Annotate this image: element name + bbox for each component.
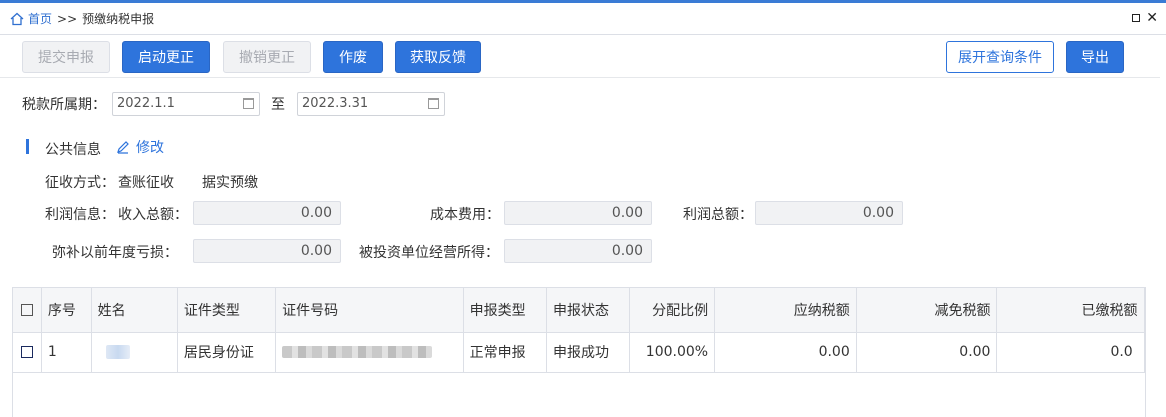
toolbar: 提交申报 启动更正 撤销更正 作废 获取反馈 展开查询条件 导出 [0, 36, 1160, 78]
breadcrumb-current: 预缴纳税申报 [82, 12, 155, 26]
header-name: 姓名 [91, 288, 178, 333]
period-from-value: 2022.1.1 [117, 96, 175, 111]
loss-field: 0.00 [193, 239, 341, 263]
cell-name [91, 332, 178, 373]
cell-tax-relief: 0.00 [856, 332, 998, 373]
redacted-name [105, 345, 130, 359]
prepay-method: 据实预缴 [202, 175, 258, 191]
header-id-number: 证件号码 [275, 288, 464, 333]
cell-report-status: 申报成功 [546, 332, 631, 373]
collection-method-label: 征收方式： [45, 175, 115, 191]
header-report-type: 申报类型 [463, 288, 548, 333]
row-checkbox[interactable] [21, 346, 33, 358]
invest-label: 被投资单位经营所得： [359, 245, 499, 261]
cost-label: 成本费用： [430, 207, 500, 223]
home-icon[interactable] [10, 12, 24, 26]
income-field: 0.00 [193, 201, 341, 225]
public-info-title: 公共信息 [45, 142, 101, 158]
cell-tax-paid: 0.0 [996, 332, 1145, 373]
cell-id-number [275, 332, 464, 373]
profit-label: 利润总额： [683, 207, 753, 223]
calendar-icon[interactable] [243, 98, 254, 109]
redacted-id-number [282, 346, 433, 358]
cell-report-type: 正常申报 [463, 332, 548, 373]
period-from-input[interactable]: 2022.1.1 [112, 92, 260, 116]
title-bar: 首页 >> 预缴纳税申报 ✕ [0, 3, 1166, 35]
income-label: 收入总额： [118, 207, 188, 223]
header-index: 序号 [41, 288, 92, 333]
period-separator: 至 [271, 97, 285, 113]
submit-button[interactable]: 提交申报 [22, 41, 110, 73]
cell-ratio: 100.00% [629, 332, 716, 373]
cell-index: 1 [41, 332, 92, 373]
expand-query-button[interactable]: 展开查询条件 [946, 41, 1054, 73]
export-button[interactable]: 导出 [1066, 41, 1124, 73]
get-feedback-button[interactable]: 获取反馈 [395, 41, 481, 73]
declaration-table: 序号 姓名 证件类型 证件号码 申报类型 申报状态 分配比例 应纳税额 减免税额… [12, 287, 1146, 417]
void-button[interactable]: 作废 [323, 41, 383, 73]
period-to-value: 2022.3.31 [302, 96, 369, 111]
header-report-status: 申报状态 [546, 288, 631, 333]
profit-field: 0.00 [755, 201, 903, 225]
close-icon[interactable]: ✕ [1146, 9, 1158, 27]
header-id-type: 证件类型 [177, 288, 277, 333]
invest-field: 0.00 [504, 239, 652, 263]
breadcrumb-separator: >> [57, 11, 78, 26]
header-tax-paid: 已缴税额 [996, 288, 1145, 333]
pencil-icon [117, 141, 129, 154]
select-all-checkbox[interactable] [21, 303, 33, 316]
edit-link[interactable]: 修改 [116, 137, 164, 157]
period-to-input[interactable]: 2022.3.31 [297, 92, 445, 116]
calendar-icon[interactable] [428, 98, 439, 109]
cell-id-type: 居民身份证 [177, 332, 277, 373]
period-label: 税款所属期： [22, 97, 106, 113]
restore-icon[interactable] [1132, 14, 1140, 22]
header-tax-payable: 应纳税额 [714, 288, 857, 333]
collection-method-value: 查账征收 [118, 175, 174, 191]
header-ratio: 分配比例 [629, 288, 716, 333]
header-tax-relief: 减免税额 [856, 288, 998, 333]
start-correction-button[interactable]: 启动更正 [122, 41, 210, 73]
profit-info-label: 利润信息： [45, 207, 115, 223]
cost-field: 0.00 [504, 201, 652, 225]
section-marker [26, 139, 29, 154]
table-row[interactable]: 1 居民身份证 正常申报 申报成功 100.00% 0.00 0.00 0.0 [13, 332, 1145, 373]
table-header-row: 序号 姓名 证件类型 证件号码 申报类型 申报状态 分配比例 应纳税额 减免税额… [13, 288, 1145, 333]
edit-link-label: 修改 [136, 140, 164, 156]
cell-tax-payable: 0.00 [714, 332, 857, 373]
breadcrumb-home[interactable]: 首页 [28, 10, 52, 27]
loss-label: 弥补以前年度亏损： [52, 245, 178, 261]
cancel-correction-button[interactable]: 撤销更正 [223, 41, 311, 73]
